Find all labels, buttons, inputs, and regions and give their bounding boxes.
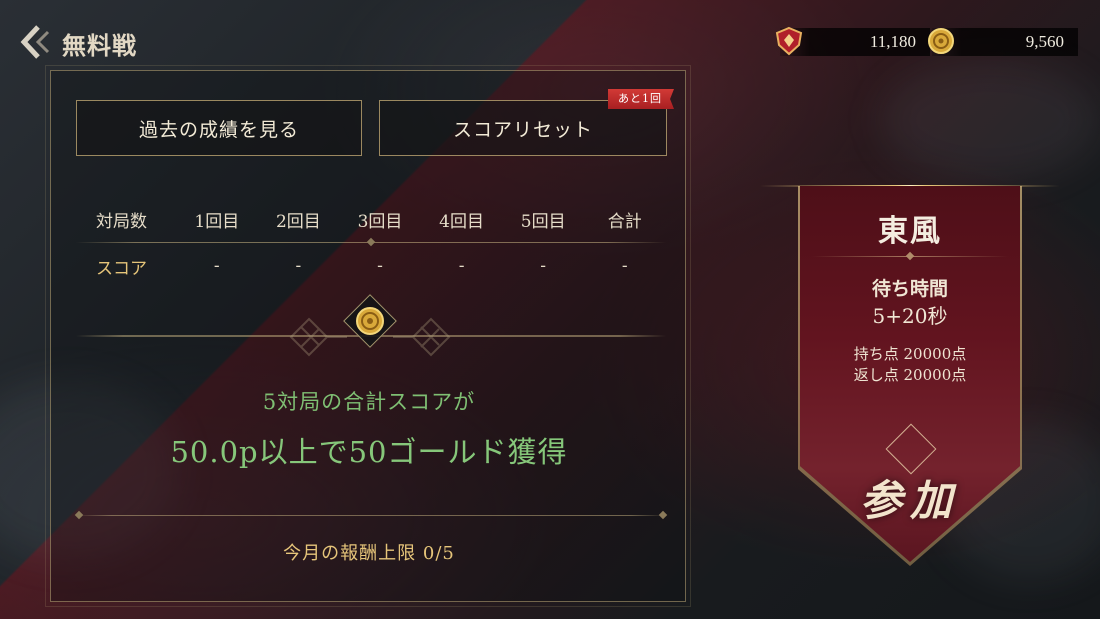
monthly-reward-limit: 今月の報酬上限 0/5 xyxy=(283,543,455,564)
header-cell: 1回目 xyxy=(194,211,240,232)
score-cell: - xyxy=(213,256,220,276)
gold-coin-icon xyxy=(356,307,384,335)
score-table: 対局数 1回目 2回目 3回目 4回目 5回目 合計 スコア - - - - -… xyxy=(76,196,666,289)
header-cell: 3回目 xyxy=(357,211,403,232)
header-cell: 対局数 xyxy=(96,211,147,232)
score-cell: - xyxy=(458,256,465,276)
view-history-button[interactable]: 過去の成績を見る xyxy=(76,100,362,156)
ruby-amount: 11,180 xyxy=(869,32,916,51)
header-cell: 4回目 xyxy=(439,211,484,232)
join-button[interactable]: 参加 xyxy=(832,462,988,532)
back-button[interactable] xyxy=(18,24,52,60)
starting-points: 持ち点 20000点 xyxy=(853,345,967,363)
gold-counter: 9,560 xyxy=(928,28,1078,56)
score-row-label: スコア xyxy=(96,258,147,279)
mode-title: 東風 xyxy=(878,214,942,249)
background-cloud xyxy=(880,60,1100,180)
gold-amount: 9,560 xyxy=(1025,32,1064,51)
banner-divider xyxy=(812,256,1008,257)
score-reset-button[interactable]: スコアリセット あと1回 xyxy=(379,89,674,156)
score-cell: - xyxy=(540,256,547,276)
table-divider xyxy=(76,237,666,247)
score-row: スコア - - - - - - xyxy=(76,243,666,289)
join-label: 参加 xyxy=(859,475,960,525)
return-points: 返し点 20000点 xyxy=(853,366,967,384)
header-cell: 2回目 xyxy=(275,211,321,232)
knot-ornament-icon xyxy=(393,317,451,357)
header-cell: 5回目 xyxy=(520,211,566,232)
gold-coin-icon xyxy=(928,28,954,54)
reward-amount: 50.0p以上で50ゴールド獲得 xyxy=(170,435,568,469)
score-cell: - xyxy=(377,256,383,276)
score-panel: 過去の成績を見る スコアリセット あと1回 対局数 1回目 2回目 3回目 4回… xyxy=(45,65,691,607)
wait-time-value: 5+20秒 xyxy=(872,304,948,328)
page-title: 無料戦 xyxy=(62,31,137,60)
score-reset-label: スコアリセット xyxy=(452,118,593,141)
reward-condition: 5対局の合計スコアが xyxy=(262,390,476,414)
score-cell: - xyxy=(295,256,302,276)
wait-time-label: 待ち時間 xyxy=(871,278,948,300)
ruby-counter: 11,180 xyxy=(775,26,930,56)
score-table-header: 対局数 1回目 2回目 3回目 4回目 5回目 合計 xyxy=(76,196,666,242)
chevron-left-icon xyxy=(20,25,50,59)
view-history-label: 過去の成績を見る xyxy=(138,118,299,141)
total-score-cell: - xyxy=(621,256,628,276)
remaining-count-badge: あと1回 xyxy=(608,89,674,109)
points-info: 持ち点 20000点 返し点 20000点 xyxy=(800,344,1020,386)
knot-ornament-icon xyxy=(289,317,347,357)
header-cell: 合計 xyxy=(607,211,642,232)
lower-divider xyxy=(76,515,666,516)
ruby-shield-icon xyxy=(775,26,803,56)
